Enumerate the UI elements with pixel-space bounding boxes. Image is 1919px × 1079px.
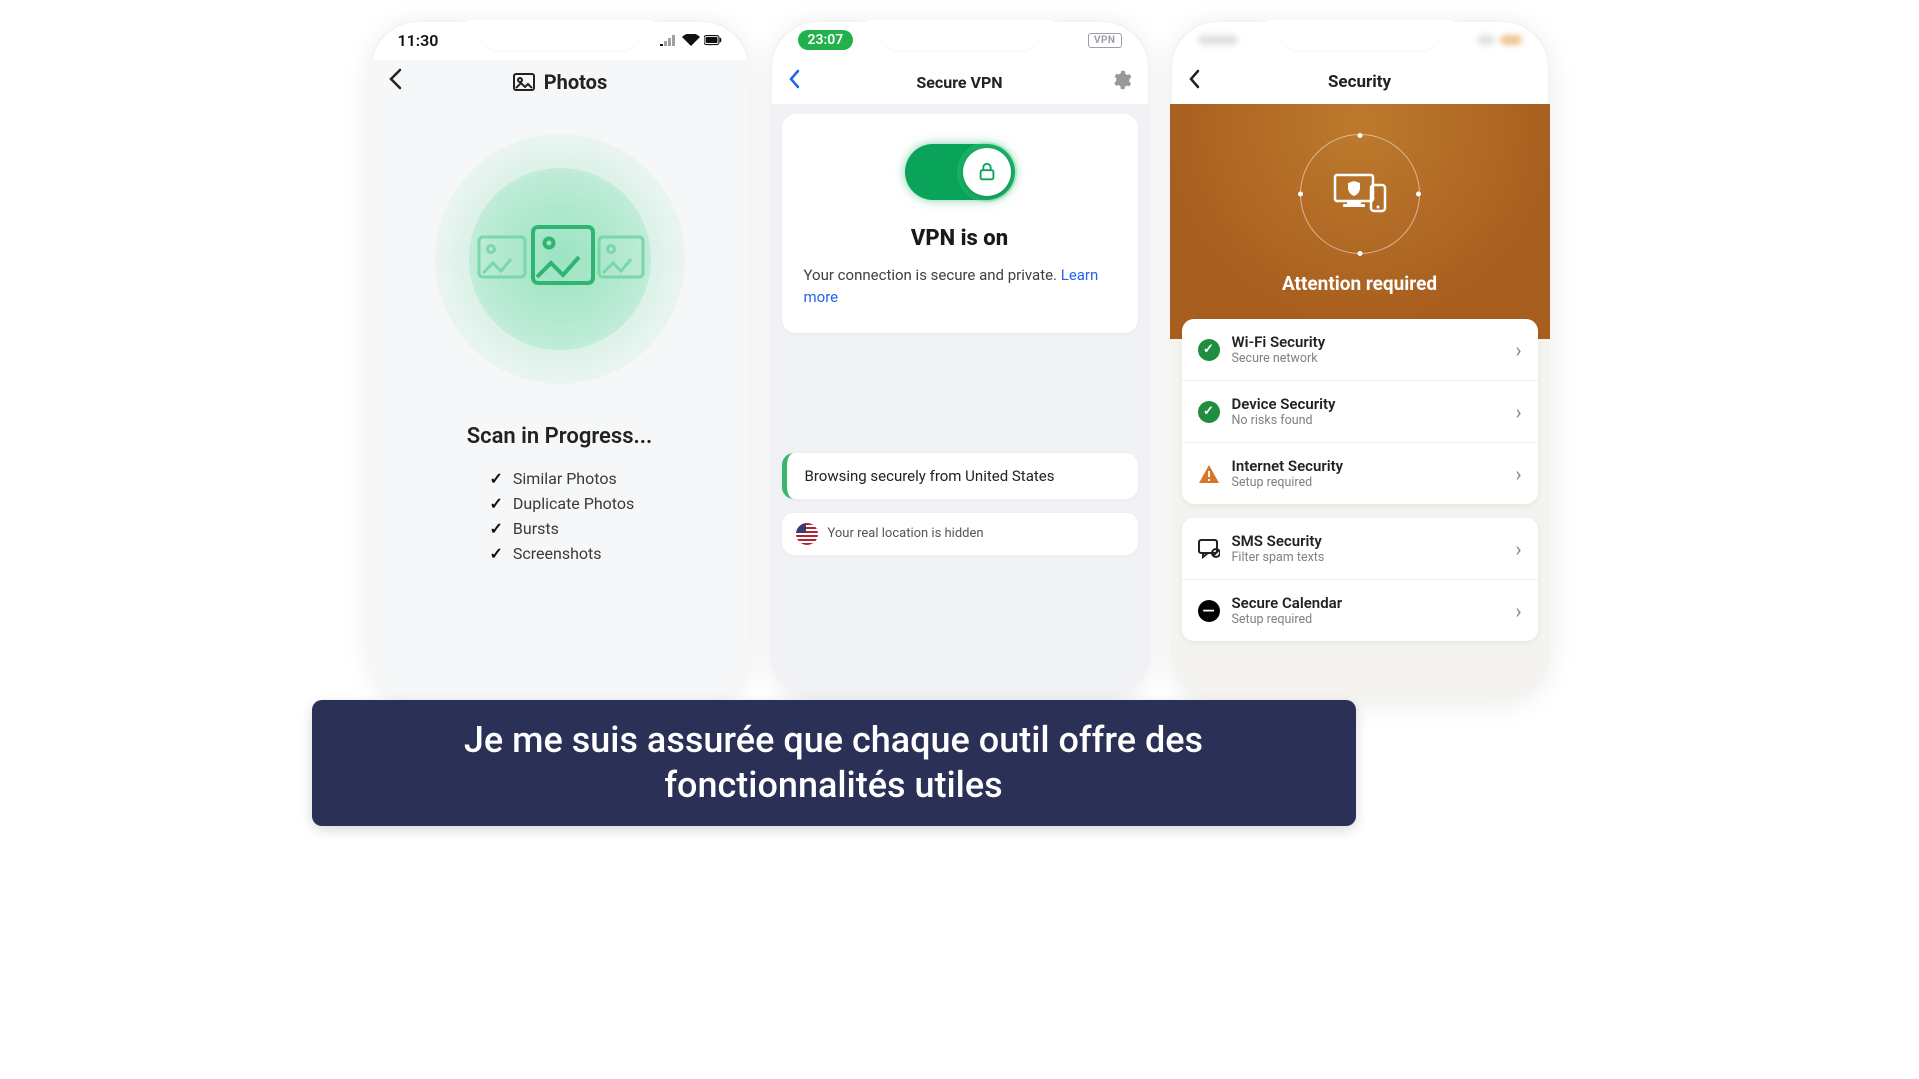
flag-us-icon [796,523,818,545]
attention-label: Attention required [1190,272,1530,295]
security-row-calendar[interactable]: — Secure Calendar Setup required › [1182,579,1538,641]
scan-item: Similar Photos [490,469,750,488]
scan-item-list: Similar Photos Duplicate Photos Bursts S… [490,469,750,563]
settings-button[interactable] [1110,69,1132,95]
row-sub: Secure network [1232,351,1504,366]
vpn-status-icon: VPN [1088,33,1122,48]
phone-notch [480,20,640,50]
nav-title: Photos [512,70,607,94]
real-location-card[interactable]: Your real location is hidden [782,513,1138,555]
attention-banner: Attention required [1170,104,1550,339]
devices-shield-icon [1333,171,1387,217]
scan-heading: Scan in Progress... [370,424,750,449]
vpn-description: Your connection is secure and private. L… [804,265,1116,309]
status-indicators: VPN [1088,33,1122,48]
security-group-2: SMS Security Filter spam texts › — Secur… [1182,518,1538,641]
chevron-left-icon [388,68,402,90]
back-button[interactable] [1188,69,1200,95]
row-sub: Setup required [1232,612,1504,627]
row-title: Wi-Fi Security [1232,333,1504,351]
chevron-left-icon [788,69,800,89]
cellular-icon [660,34,678,46]
browsing-location-card[interactable]: Browsing securely from United States [782,453,1138,499]
chevron-left-icon [1188,69,1200,89]
row-title: SMS Security [1232,532,1504,550]
chevron-right-icon: › [1515,537,1521,561]
nav-bar: Security [1170,60,1550,104]
status-ok-icon: ✓ [1198,339,1220,361]
photos-stack-icon [475,219,645,299]
phone-notch [1280,20,1440,50]
nav-title-text: Secure VPN [916,73,1002,92]
status-time: 11:30 [398,31,439,50]
security-row-device[interactable]: ✓ Device Security No risks found › [1182,380,1538,442]
phone-vpn: 23:07 VPN Secure VPN V [770,20,1150,700]
nav-bar: Photos [370,60,750,104]
check-icon [490,544,503,563]
nav-title-text: Photos [544,70,607,94]
security-body: Attention required ✓ Wi-Fi Security Secu… [1170,104,1550,700]
check-icon [490,469,503,488]
row-sub: Filter spam texts [1232,550,1504,565]
row-title: Secure Calendar [1232,594,1504,612]
nav-title: Secure VPN [916,73,1002,92]
phones-row: 11:30 Photos [220,0,1700,700]
chevron-right-icon: › [1515,338,1521,362]
scan-item: Bursts [490,519,750,538]
vpn-toggle[interactable] [905,144,1015,200]
chevron-right-icon: › [1515,462,1521,486]
security-row-internet[interactable]: Internet Security Setup required › [1182,442,1538,504]
security-row-wifi[interactable]: ✓ Wi-Fi Security Secure network › [1182,319,1538,380]
check-icon [490,519,503,538]
scan-item: Duplicate Photos [490,494,750,513]
security-list: ✓ Wi-Fi Security Secure network › ✓ Devi… [1170,319,1550,641]
nav-bar: Secure VPN [770,60,1150,104]
phone-security: Security Attention required [1170,20,1550,700]
row-sub: No risks found [1232,413,1504,428]
vpn-description-text: Your connection is secure and private. [804,266,1061,284]
status-indicators [660,34,722,46]
check-icon [490,494,503,513]
status-blocked-icon: — [1198,600,1220,622]
vpn-body: VPN is on Your connection is secure and … [770,104,1150,700]
back-button[interactable] [788,69,800,95]
row-title: Internet Security [1232,457,1504,475]
attention-icon-ring [1300,134,1420,254]
vpn-heading: VPN is on [804,226,1116,251]
caption-bar: Je me suis assurée que chaque outil offr… [312,700,1356,826]
phone-photos: 11:30 Photos [370,20,750,700]
scan-item: Screenshots [490,544,750,563]
real-location-text: Your real location is hidden [828,526,984,541]
gear-icon [1110,69,1132,91]
wifi-icon [682,34,700,46]
photo-icon [512,70,536,94]
status-warning-icon [1198,463,1220,485]
security-group-1: ✓ Wi-Fi Security Secure network › ✓ Devi… [1182,319,1538,504]
status-time-pill: 23:07 [798,30,854,50]
nav-title-text: Security [1328,72,1391,92]
back-button[interactable] [388,68,402,96]
chevron-right-icon: › [1515,400,1521,424]
scan-progress-visual [435,134,685,384]
nav-title: Security [1328,72,1391,92]
row-title: Device Security [1232,395,1504,413]
chevron-right-icon: › [1515,599,1521,623]
sms-icon [1198,538,1220,560]
vpn-status-card: VPN is on Your connection is secure and … [782,114,1138,333]
phone-notch [880,20,1040,50]
security-row-sms[interactable]: SMS Security Filter spam texts › [1182,518,1538,579]
battery-icon [704,34,722,46]
status-ok-icon: ✓ [1198,401,1220,423]
lock-icon [976,161,998,183]
vpn-toggle-knob [963,148,1011,196]
row-sub: Setup required [1232,475,1504,490]
photos-body: Scan in Progress... Similar Photos Dupli… [370,104,750,700]
